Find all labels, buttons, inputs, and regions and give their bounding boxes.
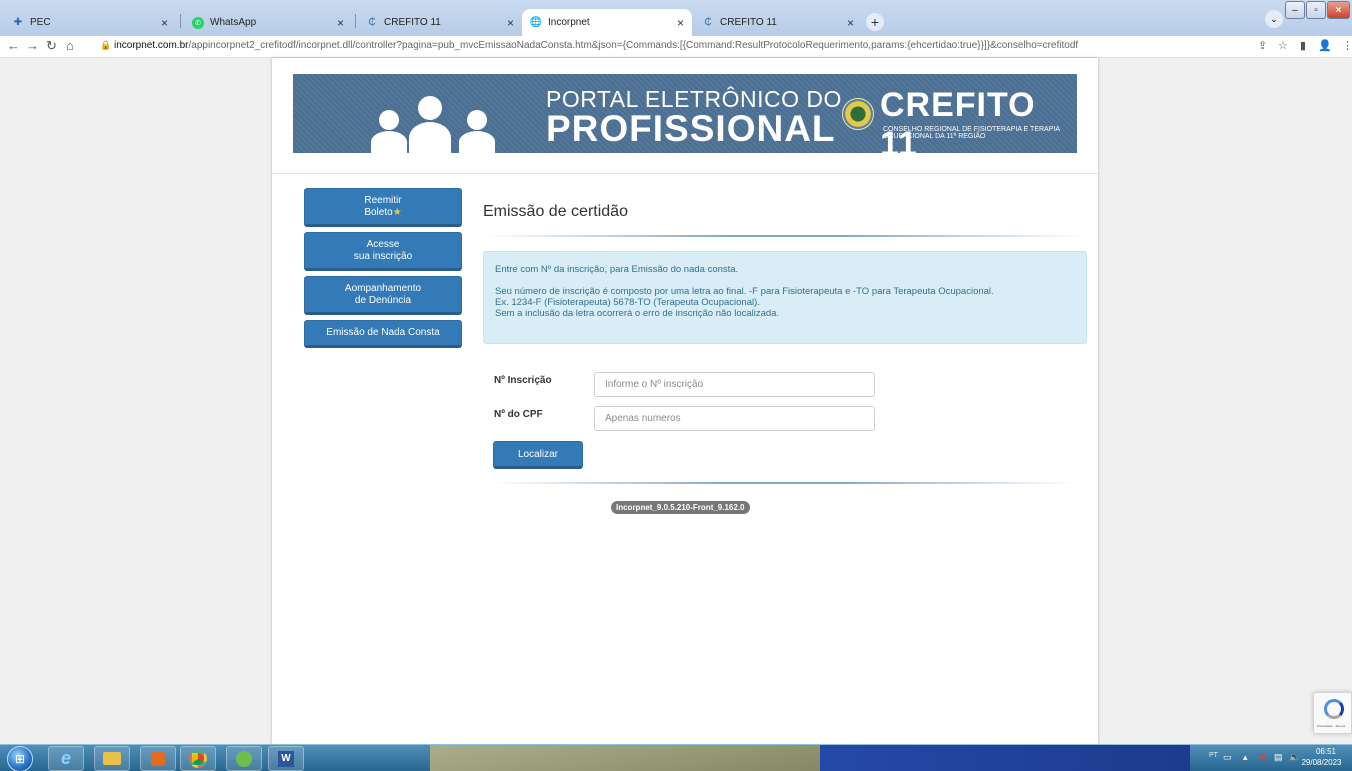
sidebar-item-label: Boleto bbox=[364, 206, 393, 218]
url-host: incorpnet.com.br bbox=[114, 40, 189, 51]
language-indicator[interactable]: PT bbox=[1209, 752, 1218, 759]
inscricao-label: Nº Inscrição bbox=[494, 375, 552, 386]
recaptcha-icon bbox=[1324, 699, 1344, 719]
tab-separator bbox=[355, 14, 356, 28]
keyboard-icon[interactable]: ▭ bbox=[1223, 752, 1232, 763]
tab-separator bbox=[180, 14, 181, 28]
windows-taskbar: ⊞ e W PT ▭ ▴ ✖ ▤ 🔈 06:51 29/08/2023 bbox=[0, 744, 1352, 771]
sidebar-item-label: sua inscrição bbox=[353, 250, 413, 262]
tab-title: Incorpnet bbox=[548, 17, 590, 28]
windows-logo-icon: ⊞ bbox=[14, 752, 26, 766]
divider bbox=[493, 482, 1075, 484]
cpf-input[interactable] bbox=[594, 406, 875, 431]
tab-title: CREFITO 11 bbox=[720, 17, 777, 28]
messenger-icon[interactable] bbox=[226, 746, 262, 771]
tab-title: CREFITO 11 bbox=[384, 17, 441, 28]
menu-icon[interactable]: ⋮ bbox=[1342, 39, 1352, 52]
recaptcha-badge[interactable]: Privacidade - Termos bbox=[1313, 692, 1352, 734]
browser-tab-strip: ✚ PEC × ✆ WhatsApp × ₵ CREFITO 11 × 🌐 In… bbox=[0, 0, 1352, 36]
page-container: PORTAL ELETRÔNICO DO PROFISSIONAL CREFIT… bbox=[272, 58, 1098, 744]
maximize-icon: ▫ bbox=[1314, 4, 1318, 16]
close-icon: × bbox=[1335, 4, 1342, 16]
tab-search-button[interactable]: ⌄ bbox=[1265, 10, 1283, 28]
sidebar-item-label: Emissão de Nada Consta bbox=[326, 327, 440, 338]
info-alert: Entre com Nº da inscrição, para Emissão … bbox=[483, 251, 1087, 344]
sidepanel-icon[interactable]: ▮ bbox=[1300, 39, 1306, 52]
profile-icon[interactable]: 👤 bbox=[1318, 39, 1332, 52]
back-icon[interactable]: ← bbox=[7, 38, 20, 53]
address-bar[interactable]: incorpnet.com.br/appincorpnet2_crefitodf… bbox=[114, 40, 1078, 51]
forward-icon[interactable]: → bbox=[26, 38, 39, 53]
tab-crefito[interactable]: ₵ CREFITO 11 × bbox=[358, 9, 522, 36]
sidebar-item-label: Acesse bbox=[366, 238, 400, 250]
info-text: Sem a inclusão da letra ocorrerá o erro … bbox=[495, 308, 780, 319]
share-icon[interactable]: ⇪ bbox=[1258, 39, 1267, 52]
lock-icon[interactable]: 🔒 bbox=[100, 40, 111, 51]
tab-whatsapp[interactable]: ✆ WhatsApp × bbox=[184, 9, 352, 36]
sidebar-item-label: Aompanhamento bbox=[344, 282, 422, 294]
sidebar-item-emissao-nada-consta[interactable]: Emissão de Nada Consta bbox=[304, 320, 462, 348]
info-text: Entre com Nº da inscrição, para Emissão … bbox=[495, 264, 739, 275]
new-tab-button[interactable]: + bbox=[866, 13, 884, 31]
star-icon[interactable]: ☆ bbox=[1278, 39, 1288, 52]
close-icon[interactable]: × bbox=[507, 16, 514, 30]
start-button[interactable]: ⊞ bbox=[7, 746, 33, 771]
page-viewport: PORTAL ELETRÔNICO DO PROFISSIONAL CREFIT… bbox=[0, 58, 1352, 744]
whatsapp-icon: ✆ bbox=[192, 16, 204, 29]
show-hidden-icon[interactable]: ▴ bbox=[1243, 752, 1248, 763]
tab-crefito-2[interactable]: ₵ CREFITO 11 × bbox=[694, 9, 862, 36]
word-icon[interactable]: W bbox=[268, 746, 304, 771]
pec-icon: ✚ bbox=[13, 17, 23, 28]
close-icon[interactable]: × bbox=[337, 16, 344, 30]
banner-profissional: PROFISSIONAL bbox=[546, 108, 836, 149]
page-title: Emissão de certidão bbox=[483, 203, 628, 220]
banner-brand: CREFITO 11 bbox=[880, 86, 1036, 153]
sidebar-item-acompanhamento-denuncia[interactable]: Aompanhamento de Denúncia bbox=[304, 276, 462, 315]
chevron-down-icon: ⌄ bbox=[1270, 13, 1278, 24]
close-icon[interactable]: × bbox=[847, 16, 854, 30]
divider bbox=[272, 173, 1098, 174]
explorer-icon[interactable] bbox=[94, 746, 130, 771]
minimize-icon: – bbox=[1292, 4, 1298, 16]
media-player-icon[interactable] bbox=[140, 746, 176, 771]
crefito-icon: ₵ bbox=[704, 17, 712, 28]
info-text: Seu número de inscrição é composto por u… bbox=[495, 286, 994, 297]
clock-time[interactable]: 06:51 bbox=[1312, 747, 1340, 756]
brazil-seal-icon bbox=[842, 98, 874, 130]
star-icon: ★ bbox=[392, 206, 402, 218]
network-alert-icon[interactable]: ✖ bbox=[1259, 752, 1267, 763]
crefito-icon: ₵ bbox=[368, 17, 376, 28]
clock-date[interactable]: 29/08/2023 bbox=[1299, 758, 1344, 767]
minimize-button[interactable]: – bbox=[1285, 1, 1305, 19]
sidebar-item-label: Reemitir bbox=[364, 194, 402, 206]
url-path: /appincorpnet2_crefitodf/incorpnet.dll/c… bbox=[188, 40, 1079, 51]
close-icon[interactable]: × bbox=[677, 16, 684, 30]
tab-pec[interactable]: ✚ PEC × bbox=[4, 9, 176, 36]
version-badge: Incorpnet_9.0.5.210-Front_9.162.0 bbox=[611, 501, 750, 514]
banner-brand-subtitle: CONSELHO REGIONAL DE FISIOTERAPIA E TERA… bbox=[883, 126, 1060, 140]
localizar-button[interactable]: Localizar bbox=[493, 441, 583, 469]
divider bbox=[483, 235, 1087, 237]
portal-banner: PORTAL ELETRÔNICO DO PROFISSIONAL CREFIT… bbox=[293, 74, 1077, 153]
ie-icon[interactable]: e bbox=[48, 746, 84, 771]
maximize-button[interactable]: ▫ bbox=[1306, 1, 1326, 19]
chrome-icon[interactable] bbox=[180, 746, 216, 771]
tab-title: WhatsApp bbox=[210, 17, 257, 28]
sidebar-item-acesse-inscricao[interactable]: Acesse sua inscrição bbox=[304, 232, 462, 271]
sidebar-item-label: de Denúncia bbox=[354, 294, 412, 306]
cpf-label: Nº do CPF bbox=[494, 409, 543, 420]
info-text: Ex. 1234-F (Fisioterapeuta) 5678-TO (Ter… bbox=[495, 297, 760, 308]
recaptcha-text: Privacidade - Termos bbox=[1317, 724, 1346, 728]
window-close-button[interactable]: × bbox=[1327, 1, 1350, 19]
home-icon[interactable]: ⌂ bbox=[66, 38, 74, 53]
close-icon[interactable]: × bbox=[161, 16, 168, 30]
reload-icon[interactable]: ↻ bbox=[46, 38, 57, 54]
sidebar-item-reemitir-boleto[interactable]: Reemitir Boleto★ bbox=[304, 188, 462, 227]
tab-title: PEC bbox=[30, 17, 51, 28]
network-icon[interactable]: ▤ bbox=[1274, 752, 1283, 763]
inscricao-input[interactable] bbox=[594, 372, 875, 397]
tab-incorpnet[interactable]: 🌐 Incorpnet × bbox=[522, 9, 692, 36]
globe-icon: 🌐 bbox=[529, 17, 543, 28]
browser-toolbar: ← → ↻ ⌂ 🔒 incorpnet.com.br/appincorpnet2… bbox=[0, 36, 1352, 58]
